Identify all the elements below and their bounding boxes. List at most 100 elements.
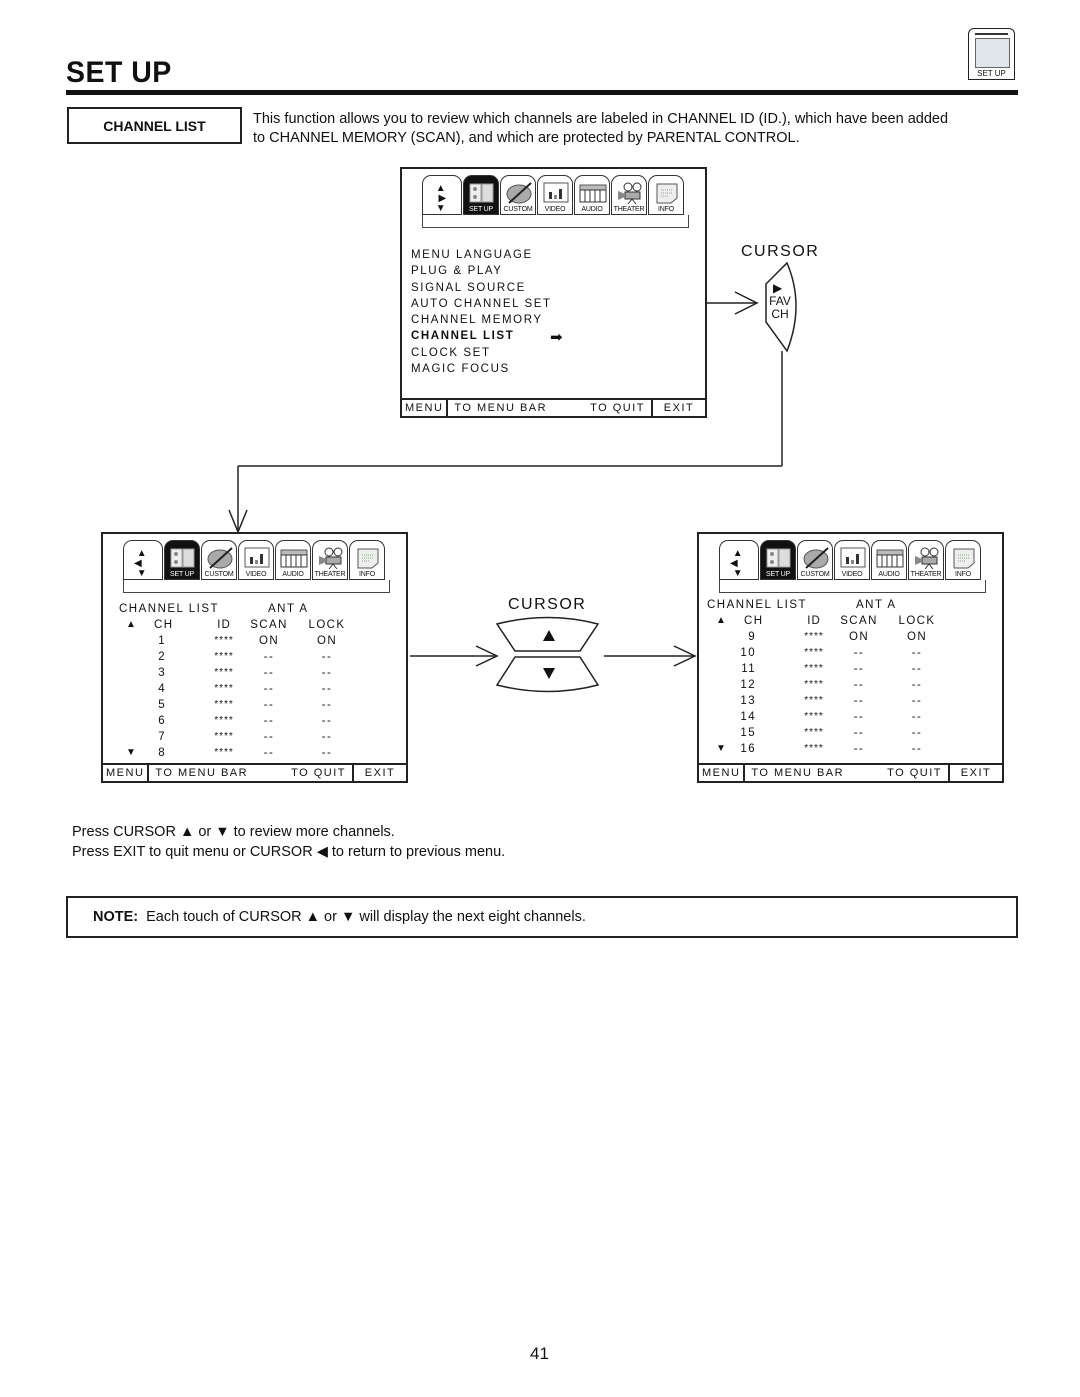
cell-id: **** <box>214 731 234 742</box>
osd-menubar: MENU TO MENU BAR TO QUIT EXIT <box>103 763 406 781</box>
tab-info[interactable]: INFO <box>349 540 385 580</box>
icon-bar-strip <box>719 580 986 593</box>
table-row[interactable]: 11 **** -- -- <box>716 663 976 679</box>
menubar-hints: TO MENU BAR TO QUIT <box>745 765 948 781</box>
cell-ch: 16 <box>740 743 756 755</box>
palette-icon <box>206 547 233 569</box>
menubar-to-quit: TO QUIT <box>291 767 346 779</box>
menubar-exit[interactable]: EXIT <box>948 765 1002 781</box>
table-row[interactable]: 13 **** -- -- <box>716 695 976 711</box>
channel-list-title: CHANNEL LIST <box>707 599 808 611</box>
table-row[interactable]: ▼ 8 **** -- -- <box>126 747 386 763</box>
table-row[interactable]: 1 **** ON ON <box>126 635 386 651</box>
menu-item[interactable]: MENU LANGUAGE <box>411 247 552 263</box>
tab-navigation[interactable]: ▲ ◀ ▼ <box>123 540 163 580</box>
tab-theater[interactable]: THEATER <box>611 175 647 215</box>
cell-scan: -- <box>263 683 275 695</box>
tab-custom[interactable]: CUSTOM <box>797 540 833 580</box>
menu-item[interactable]: MAGIC FOCUS <box>411 361 552 377</box>
table-row[interactable]: ▼ 16 **** -- -- <box>716 743 976 759</box>
cell-lock: -- <box>321 683 333 695</box>
tab-label: SET UP <box>469 206 493 213</box>
tab-set-up[interactable]: SET UP <box>463 175 499 215</box>
table-row[interactable]: 7 **** -- -- <box>126 731 386 747</box>
cell-ch: 3 <box>158 667 166 679</box>
table-row[interactable]: 2 **** -- -- <box>126 651 386 667</box>
menu-item[interactable]: PLUG & PLAY <box>411 263 552 279</box>
cell-ch: 1 <box>158 635 166 647</box>
tab-set-up[interactable]: SET UP <box>760 540 796 580</box>
cell-ch: 13 <box>740 695 756 707</box>
info-notepad-icon <box>354 547 380 569</box>
cell-ch: 6 <box>158 715 166 727</box>
table-row[interactable]: 10 **** -- -- <box>716 647 976 663</box>
tab-set-up[interactable]: SET UP <box>164 540 200 580</box>
tab-navigation[interactable]: ▲ ◀ ▼ <box>719 540 759 580</box>
table-row[interactable]: 4 **** -- -- <box>126 683 386 699</box>
cell-lock: -- <box>911 647 923 659</box>
menu-item[interactable]: CHANNEL LIST <box>411 328 552 344</box>
table-row[interactable]: 3 **** -- -- <box>126 667 386 683</box>
cursor-arrows-icon: ▲ ◀ ▼ <box>134 548 147 579</box>
video-icon <box>839 547 866 569</box>
cell-ch: 8 <box>158 747 166 759</box>
tab-theater[interactable]: THEATER <box>312 540 348 580</box>
tab-audio[interactable]: AUDIO <box>574 175 610 215</box>
tab-custom[interactable]: CUSTOM <box>500 175 536 215</box>
page-number: 41 <box>530 1344 549 1363</box>
cell-scan: -- <box>853 743 865 755</box>
tab-info[interactable]: INFO <box>945 540 981 580</box>
menu-item[interactable]: CHANNEL MEMORY <box>411 312 552 328</box>
table-row[interactable]: 12 **** -- -- <box>716 679 976 695</box>
menubar-menu[interactable]: MENU <box>699 765 746 781</box>
cell-lock: -- <box>321 651 333 663</box>
tab-navigation[interactable]: ▲ ▶ ▼ <box>422 175 462 215</box>
video-icon <box>542 182 569 204</box>
projector-icon <box>913 547 939 570</box>
tab-label: VIDEO <box>544 206 566 213</box>
tab-video[interactable]: VIDEO <box>238 540 274 580</box>
scroll-up-icon[interactable]: ▲ <box>126 619 137 630</box>
antenna-label: ANT A <box>268 603 309 615</box>
tab-label: CUSTOM <box>204 571 234 578</box>
cell-lock: -- <box>321 667 333 679</box>
menubar-menu[interactable]: MENU <box>402 400 449 416</box>
cell-lock: ON <box>906 631 928 643</box>
table-row[interactable]: 9 **** ON ON <box>716 631 976 647</box>
scroll-up-icon[interactable]: ▲ <box>716 615 727 626</box>
tab-info[interactable]: INFO <box>648 175 684 215</box>
tab-audio[interactable]: AUDIO <box>275 540 311 580</box>
tab-audio[interactable]: AUDIO <box>871 540 907 580</box>
osd-menubar: MENU TO MENU BAR TO QUIT EXIT <box>699 763 1002 781</box>
cell-id: **** <box>804 727 824 738</box>
menubar-exit[interactable]: EXIT <box>651 400 705 416</box>
fav-ch-button[interactable]: FAV CH <box>767 295 793 321</box>
cell-ch: 12 <box>740 679 756 691</box>
cell-scan: -- <box>263 651 275 663</box>
cell-lock: -- <box>911 663 923 675</box>
tab-label: THEATER <box>910 571 942 578</box>
info-notepad-icon <box>653 182 679 204</box>
tab-video[interactable]: VIDEO <box>834 540 870 580</box>
table-row[interactable]: 15 **** -- -- <box>716 727 976 743</box>
cell-id: **** <box>214 747 234 758</box>
tab-custom[interactable]: CUSTOM <box>201 540 237 580</box>
table-row[interactable]: 5 **** -- -- <box>126 699 386 715</box>
cell-id: **** <box>804 663 824 674</box>
tab-label: CUSTOM <box>503 206 533 213</box>
cell-lock: -- <box>911 695 923 707</box>
menu-item[interactable]: AUTO CHANNEL SET <box>411 296 552 312</box>
icon-bar-strip <box>422 215 689 228</box>
table-row[interactable]: 14 **** -- -- <box>716 711 976 727</box>
menu-item[interactable]: CLOCK SET <box>411 345 552 361</box>
menubar-menu[interactable]: MENU <box>103 765 150 781</box>
palette-icon <box>802 547 829 569</box>
cell-id: **** <box>804 647 824 658</box>
table-row[interactable]: 6 **** -- -- <box>126 715 386 731</box>
tab-video[interactable]: VIDEO <box>537 175 573 215</box>
menu-item[interactable]: SIGNAL SOURCE <box>411 280 552 296</box>
tab-theater[interactable]: THEATER <box>908 540 944 580</box>
instruction-line-1: Press CURSOR ▲ or ▼ to review more chann… <box>72 824 395 840</box>
menubar-exit[interactable]: EXIT <box>352 765 406 781</box>
cell-scan: -- <box>853 711 865 723</box>
